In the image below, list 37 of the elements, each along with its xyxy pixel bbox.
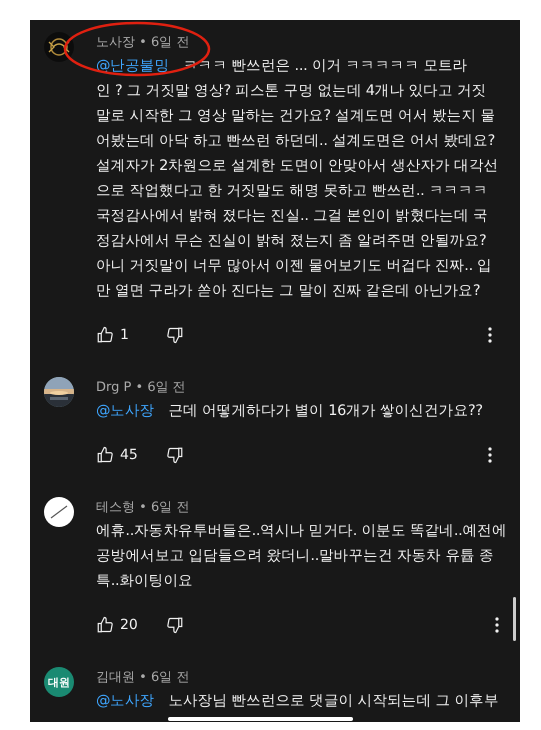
comment-text: 에휴..자동차유투버들은..역시나 믿거다. 이분도 똑같네..예전에 xyxy=(96,522,507,541)
mention-link[interactable]: @난공불밍 xyxy=(96,58,170,74)
like-count: 20 xyxy=(120,617,139,633)
avatar: 대원 xyxy=(44,667,74,697)
comment-text: 아니 거짓말이 너무 많아서 이젠 물어보기도 버겁다 진짜.. 입 xyxy=(96,257,493,276)
mention-link[interactable]: @노사장 xyxy=(96,693,154,709)
like-count: 45 xyxy=(120,447,139,463)
like-icon[interactable] xyxy=(96,616,114,634)
comment-text: @노사장 노사장님 빤쓰런으로 댓글이 시작되는데 그 이후부 xyxy=(96,692,500,711)
more-icon[interactable] xyxy=(488,327,492,343)
comment-text: 만 열면 구라가 쏟아 진다는 그 말이 진짜 같은데 아닌가요? xyxy=(96,282,482,301)
comment-text: 특..화이팅이요 xyxy=(96,572,194,591)
comment-text: 어봤는데 아닥 하고 빤쓰런 하던데.. 설계도면은 어서 봤데요? xyxy=(96,132,496,151)
comment-text: 인 ? 그 거짓말 영상? 피스톤 구멍 없는데 4개나 있다고 거짓 xyxy=(96,82,488,101)
comment-text: 정감사에서 무슨 진실이 밝혀 졌는지 좀 알려주면 안될까요? xyxy=(96,232,488,251)
comment-author: 테스형 • 6일 전 xyxy=(96,499,190,517)
comment-text: 으로 작업했다고 한 거짓말도 해명 못하고 빤쓰런.. ㅋㅋㅋㅋ xyxy=(96,182,489,201)
avatar-slash-icon xyxy=(44,497,74,527)
comment-author: Drg P • 6일 전 xyxy=(96,379,187,397)
comment-text: 설계자가 2차원으로 설계한 도면이 안맞아서 생산자가 대각선 xyxy=(96,157,500,176)
comment-author: 노사장 • 6일 전 xyxy=(96,34,190,52)
comment-text: @노사장 근데 어떻게하다가 별이 16개가 쌓이신건가요?? xyxy=(96,402,484,421)
avatar-logo-icon xyxy=(44,32,74,62)
more-icon[interactable] xyxy=(488,447,492,463)
comment-text: 국정감사에서 밝혀 졌다는 진실.. 그걸 본인이 밝혔다는데 국 xyxy=(96,207,489,226)
dislike-icon[interactable] xyxy=(166,326,184,344)
scrollbar xyxy=(513,597,516,641)
mention-link[interactable]: @노사장 xyxy=(96,403,154,419)
dislike-icon[interactable] xyxy=(166,446,184,464)
like-icon[interactable] xyxy=(96,326,114,344)
comment-text: 말로 시작한 그 영상 말하는 건가요? 설계도면 어서 봤는지 물 xyxy=(96,107,496,126)
like-count: 1 xyxy=(120,327,130,343)
comment-text: 공방에서보고 입담들으려 왔더니..말바꾸는건 자동차 유튭 종 xyxy=(96,547,495,566)
like-icon[interactable] xyxy=(96,446,114,464)
comment-author: 김대원 • 6일 전 xyxy=(96,669,190,687)
dislike-icon[interactable] xyxy=(166,616,184,634)
more-icon[interactable] xyxy=(494,617,499,633)
